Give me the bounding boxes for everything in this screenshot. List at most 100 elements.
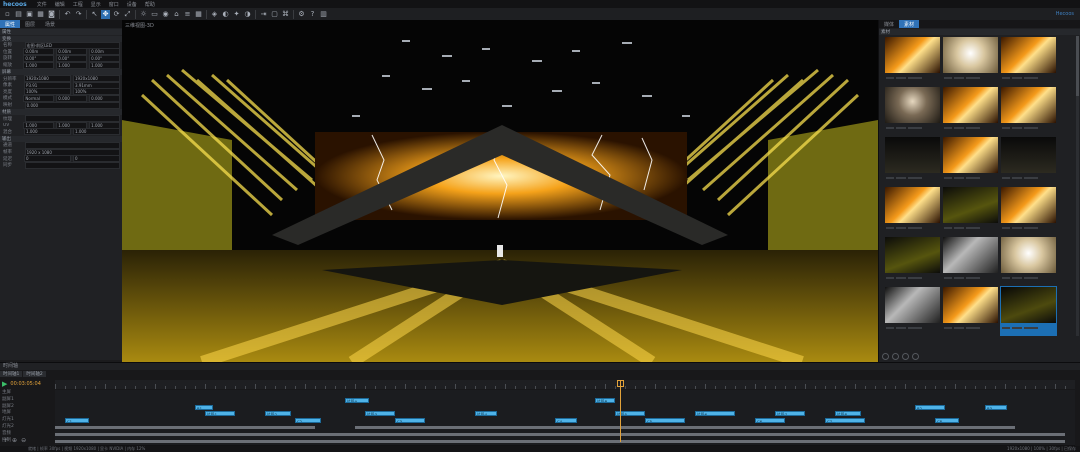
automation-bar[interactable]	[55, 432, 1065, 436]
track-label[interactable]: 灯光2	[2, 424, 52, 430]
redo-icon[interactable]: ↷	[74, 10, 83, 19]
mask-icon[interactable]: ◑	[243, 10, 252, 19]
timeline-clip[interactable]: C5	[645, 418, 685, 424]
media-thumbnail[interactable]	[942, 286, 999, 336]
scale-icon[interactable]: ⤢	[123, 10, 132, 19]
new-icon[interactable]: ▫	[3, 10, 12, 19]
network-icon[interactable]: ⌘	[281, 10, 290, 19]
media-thumbnail[interactable]	[942, 36, 999, 86]
tab-properties[interactable]: 属性	[0, 20, 21, 28]
timeline-clip[interactable]: C1	[65, 418, 89, 424]
media-thumbnail[interactable]	[942, 186, 999, 236]
layout-icon[interactable]: ▥	[319, 10, 328, 19]
timeline-clip[interactable]: 片段2	[265, 411, 291, 417]
timecode-display[interactable]: 00:03:05:04	[10, 381, 41, 387]
media-thumbnail[interactable]	[1000, 86, 1057, 136]
fx-icon[interactable]: ✦	[232, 10, 241, 19]
track-label[interactable]: 副屏1	[2, 397, 52, 403]
property-field[interactable]: 0.000	[24, 101, 120, 109]
help-icon[interactable]: ?	[308, 10, 317, 19]
timeline-clip[interactable]: C4	[555, 418, 577, 424]
timeline-clip[interactable]: C3	[395, 418, 425, 424]
track-label[interactable]: 地屏	[2, 410, 52, 416]
menu-edit[interactable]: 编辑	[51, 1, 69, 8]
menu-help[interactable]: 帮助	[141, 1, 159, 8]
playhead-handle[interactable]	[617, 380, 624, 387]
playhead[interactable]	[620, 380, 621, 442]
automation-bar[interactable]	[355, 426, 1015, 429]
3d-viewport[interactable]: 三维视图-3D	[122, 20, 878, 362]
timeline-clip[interactable]: 片段4	[475, 411, 497, 417]
camera-icon[interactable]: ◉	[161, 10, 170, 19]
timeline-clip[interactable]: 片段3	[365, 411, 395, 417]
play-icon[interactable]: ▶	[2, 380, 7, 388]
timeline-clip[interactable]: C6	[755, 418, 785, 424]
timeline-clip[interactable]: B1	[195, 404, 213, 410]
media-thumbnail[interactable]	[884, 36, 941, 86]
select-icon[interactable]: ↖	[90, 10, 99, 19]
add-track-icon[interactable]: +	[3, 437, 8, 444]
tab-assets[interactable]: 素材	[899, 20, 920, 28]
media-thumbnail[interactable]	[942, 86, 999, 136]
menu-view[interactable]: 显示	[87, 1, 105, 8]
stage-icon[interactable]: ⌂	[172, 10, 181, 19]
timeline-clip[interactable]: 片段1	[205, 411, 235, 417]
property-field[interactable]: 1.000	[23, 61, 55, 69]
layer-icon[interactable]: ≡	[183, 10, 192, 19]
menu-window[interactable]: 窗口	[105, 1, 123, 8]
media-thumbnail[interactable]	[884, 236, 941, 286]
undo-icon[interactable]: ↶	[63, 10, 72, 19]
media-thumbnail[interactable]	[884, 136, 941, 186]
import-icon[interactable]	[902, 353, 909, 360]
media-thumbnail[interactable]	[942, 236, 999, 286]
timeline-clip[interactable]: B2	[915, 404, 945, 410]
timeline-clip[interactable]: 片段6	[695, 411, 735, 417]
menu-device[interactable]: 设备	[123, 1, 141, 8]
media-thumbnail[interactable]	[1000, 186, 1057, 236]
timeline-clip[interactable]: 片段7	[775, 411, 805, 417]
media-thumbnail[interactable]	[1000, 286, 1057, 336]
device-icon[interactable]: ▢	[270, 10, 279, 19]
property-field[interactable]	[24, 161, 120, 169]
move-icon[interactable]: ✥	[101, 9, 110, 19]
track-label[interactable]: 灯光1	[2, 417, 52, 423]
timeline-tab-2[interactable]: 时间轴2	[23, 371, 46, 377]
timeline-clip[interactable]: B3	[985, 404, 1007, 410]
track-label[interactable]: 主屏	[2, 390, 52, 396]
render-icon[interactable]: ◈	[210, 10, 219, 19]
media-thumbnail[interactable]	[1000, 36, 1057, 86]
output-icon[interactable]: ⇥	[259, 10, 268, 19]
property-field[interactable]: 1.000	[56, 61, 88, 69]
property-field[interactable]: 1.000	[24, 128, 72, 136]
media-thumbnail[interactable]	[884, 86, 941, 136]
automation-bar[interactable]	[55, 426, 315, 429]
grid-icon[interactable]: ▦	[194, 10, 203, 19]
timeline-clip[interactable]: 片段A	[345, 397, 369, 403]
screen-icon[interactable]: ▭	[150, 10, 159, 19]
tab-layers[interactable]: 图层	[20, 20, 40, 28]
media-thumbnail[interactable]	[1000, 136, 1057, 186]
timeline-clip[interactable]: C2	[295, 418, 321, 424]
media-thumbnail[interactable]	[884, 286, 941, 336]
timeline-clip[interactable]: 片段8	[835, 411, 861, 417]
save-icon[interactable]: ▣	[25, 10, 34, 19]
track-label[interactable]: 音频	[2, 431, 52, 437]
grid-view-icon[interactable]	[882, 353, 889, 360]
settings-icon[interactable]: ⚙	[297, 10, 306, 19]
menu-project[interactable]: 工程	[69, 1, 87, 8]
track-lane[interactable]	[55, 437, 1075, 446]
timeline-tab-1[interactable]: 时间轴1	[0, 371, 23, 377]
zoom-out-icon[interactable]: ⊖	[21, 437, 26, 444]
open-icon[interactable]: ▤	[14, 10, 23, 19]
list-view-icon[interactable]	[892, 353, 899, 360]
timeline-clip[interactable]: C7	[825, 418, 865, 424]
save-as-icon[interactable]: ▦	[36, 10, 45, 19]
rotate-icon[interactable]: ⟳	[112, 10, 121, 19]
screenshot-icon[interactable]: ◙	[47, 10, 56, 19]
view-icon[interactable]: ◐	[221, 10, 230, 19]
automation-bar[interactable]	[55, 439, 1065, 443]
media-scroll-thumb[interactable]	[1076, 36, 1079, 96]
time-ruler[interactable]	[55, 380, 1075, 389]
property-field[interactable]: 1.000	[89, 61, 120, 69]
timeline-clip[interactable]: C8	[935, 418, 959, 424]
